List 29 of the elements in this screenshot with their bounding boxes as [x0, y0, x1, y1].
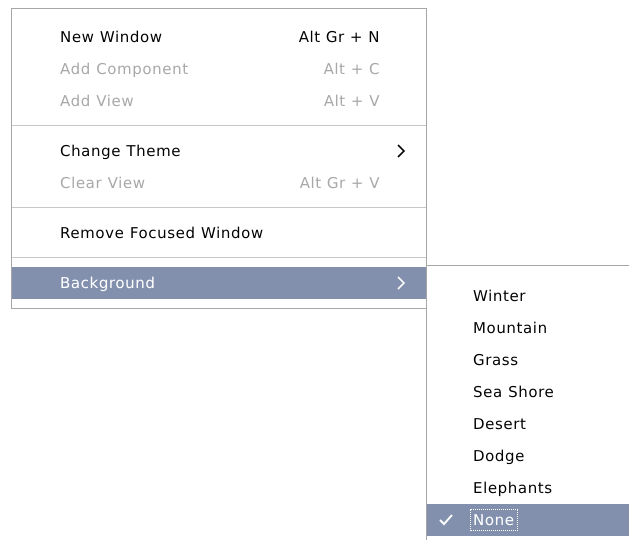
submenu-item[interactable]: Desert — [427, 408, 629, 440]
menu-item-label: Change Theme — [60, 142, 182, 160]
menu-item[interactable]: Remove Focused Window — [12, 217, 426, 249]
shortcut-label: Alt Gr + N — [298, 28, 380, 46]
submenu-item-label: Grass — [472, 350, 520, 370]
submenu-item[interactable]: Mountain — [427, 312, 629, 344]
submenu-item-label: Elephants — [472, 478, 554, 498]
submenu-item-label: None — [471, 510, 517, 530]
submenu-item-label: Desert — [472, 414, 528, 434]
menu-item-label: Add Component — [60, 60, 190, 78]
shortcut-label: Alt Gr + V — [300, 174, 380, 192]
submenu-item-label: Dodge — [472, 446, 526, 466]
submenu-item[interactable]: Elephants — [427, 472, 629, 504]
submenu-item[interactable]: Grass — [427, 344, 629, 376]
submenu-item-label: Mountain — [472, 318, 549, 338]
menu-item-label: Clear View — [60, 174, 147, 192]
menu-item-label: Remove Focused Window — [60, 224, 265, 242]
shortcut-label: Alt + C — [324, 60, 380, 78]
menu-item-label: Add View — [60, 92, 136, 110]
submenu-item-label: Winter — [472, 286, 528, 306]
submenu-item[interactable]: Dodge — [427, 440, 629, 472]
shortcut-label: Alt + V — [324, 92, 380, 110]
submenu-item[interactable]: Sea Shore — [427, 376, 629, 408]
submenu-item-label: Sea Shore — [472, 382, 556, 402]
menu-item-label: New Window — [60, 28, 164, 46]
menu-item[interactable]: Change Theme — [12, 135, 426, 167]
menu-item[interactable]: New Window Alt Gr + N — [12, 21, 426, 53]
submenu-item[interactable]: Winter — [427, 280, 629, 312]
menu-item-label: Background — [60, 274, 156, 292]
